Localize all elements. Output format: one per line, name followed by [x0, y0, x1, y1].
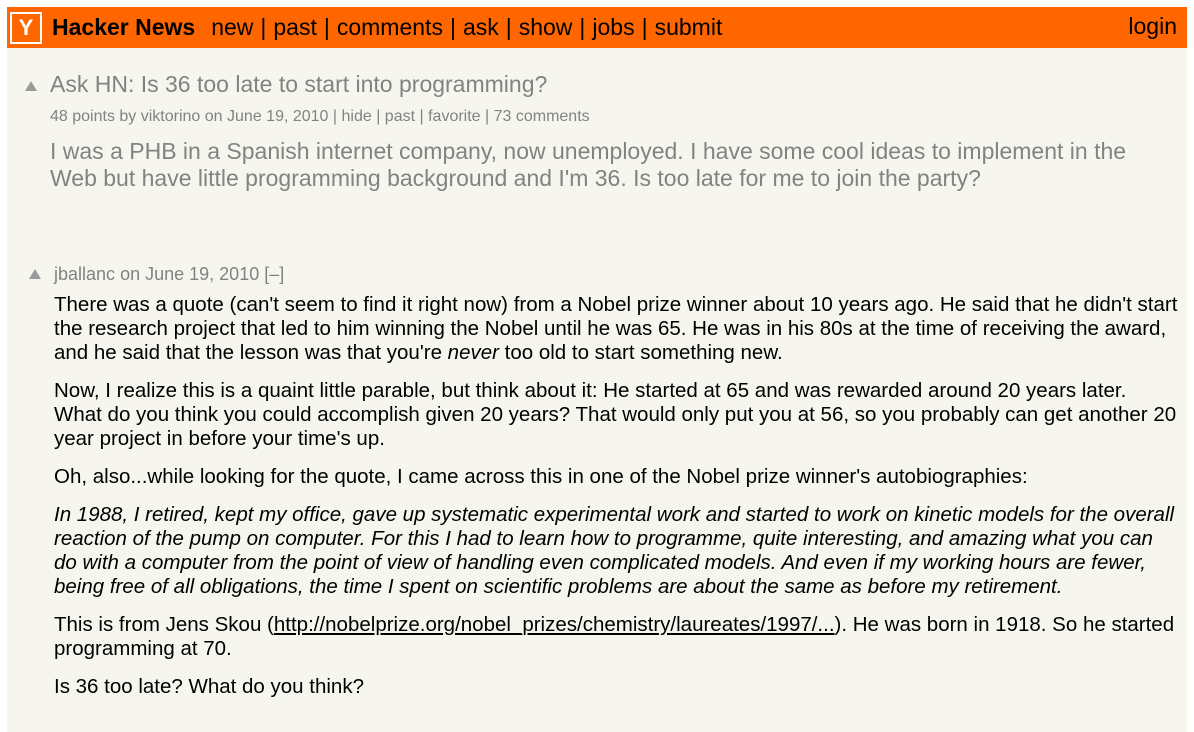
login-link[interactable]: login [1128, 13, 1177, 40]
comment-date-link[interactable]: on June 19, 2010 [120, 264, 259, 284]
nav-separator: | [505, 14, 512, 40]
collapse-toggle[interactable]: [–] [264, 264, 284, 284]
by-label: by [119, 108, 137, 125]
comment-body: There was a quote (can't seem to find it… [54, 293, 1179, 713]
comment-paragraph: Now, I realize this is a quaint little p… [54, 379, 1177, 450]
story-points: 48 points [50, 108, 115, 125]
comment-author-link[interactable]: jballanc [54, 264, 115, 284]
upvote-arrow-icon[interactable] [25, 81, 37, 91]
story-title-link[interactable]: Ask HN: Is 36 too late to start into pro… [50, 71, 547, 98]
nav-show-link[interactable]: show [519, 14, 573, 41]
favorite-link[interactable]: favorite [428, 108, 480, 125]
main-nav: new | past | comments | ask | show | job… [211, 14, 722, 41]
page-container: Y Hacker News new | past | comments | as… [7, 7, 1187, 732]
nav-separator: | [323, 14, 330, 40]
comment-header: jballanc on June 19, 2010 [–] [54, 264, 284, 285]
hide-link[interactable]: hide [342, 108, 372, 125]
comment-paragraph: Oh, also...while looking for the quote, … [54, 465, 1028, 488]
nav-jobs-link[interactable]: jobs [592, 14, 634, 41]
nav-ask-link[interactable]: ask [463, 14, 499, 41]
past-link[interactable]: past [385, 108, 415, 125]
logo-icon[interactable]: Y [10, 11, 42, 44]
comment-paragraph: This is from Jens Skou (http://nobelpriz… [54, 613, 1175, 660]
site-name-link[interactable]: Hacker News [52, 14, 195, 41]
comment-paragraph: There was a quote (can't seem to find it… [54, 293, 1178, 364]
nav-comments-link[interactable]: comments [337, 14, 443, 41]
nav-new-link[interactable]: new [211, 14, 253, 41]
nav-separator: | [449, 14, 456, 40]
comment-paragraph: Is 36 too late? What do you think? [54, 675, 364, 698]
nav-submit-link[interactable]: submit [655, 14, 723, 41]
nav-separator: | [579, 14, 586, 40]
story-author-link[interactable]: viktorino [141, 108, 201, 125]
nobel-link[interactable]: http://nobelprize.org/nobel_prizes/chemi… [274, 613, 835, 636]
upvote-arrow-icon[interactable] [29, 269, 41, 279]
nav-past-link[interactable]: past [273, 14, 316, 41]
comment-quote: In 1988, I retired, kept my office, gave… [54, 503, 1175, 598]
header-bar: Y Hacker News new | past | comments | as… [7, 7, 1187, 48]
comments-count-link[interactable]: 73 comments [494, 108, 590, 125]
story-subtext: 48 points by viktorino on June 19, 2010 … [50, 108, 590, 125]
story-date-link[interactable]: on June 19, 2010 [205, 108, 329, 125]
nav-separator: | [260, 14, 267, 40]
nav-separator: | [641, 14, 648, 40]
story-text: I was a PHB in a Spanish internet compan… [50, 138, 1127, 191]
